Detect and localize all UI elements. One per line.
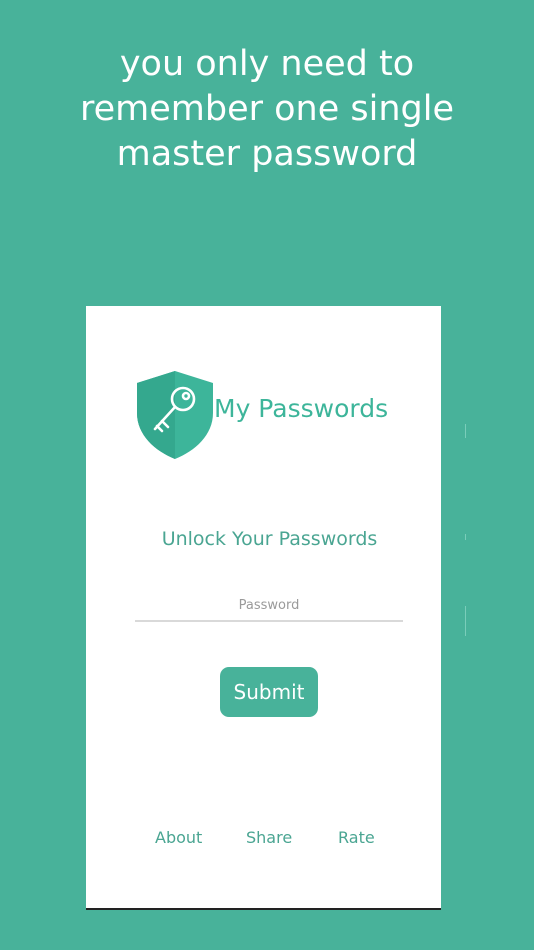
about-link[interactable]: About [155, 828, 202, 847]
shield-key-icon [137, 371, 213, 459]
share-link[interactable]: Share [246, 828, 292, 847]
edge-artifact-mark [465, 424, 466, 438]
headline-line-1: you only need to [119, 44, 415, 84]
headline-line-2: remember one single [79, 89, 454, 129]
headline-line-3: master password [116, 134, 418, 174]
login-card: My Passwords Unlock Your Passwords Submi… [86, 306, 441, 910]
password-input[interactable] [135, 590, 403, 622]
edge-artifact-mark [465, 534, 466, 540]
rate-link[interactable]: Rate [338, 828, 375, 847]
submit-button[interactable]: Submit [220, 667, 318, 717]
unlock-title: Unlock Your Passwords [161, 528, 378, 550]
promo-headline: you only need to remember one single mas… [0, 42, 534, 177]
edge-artifact-mark [465, 606, 466, 636]
app-name: My Passwords [214, 394, 389, 423]
